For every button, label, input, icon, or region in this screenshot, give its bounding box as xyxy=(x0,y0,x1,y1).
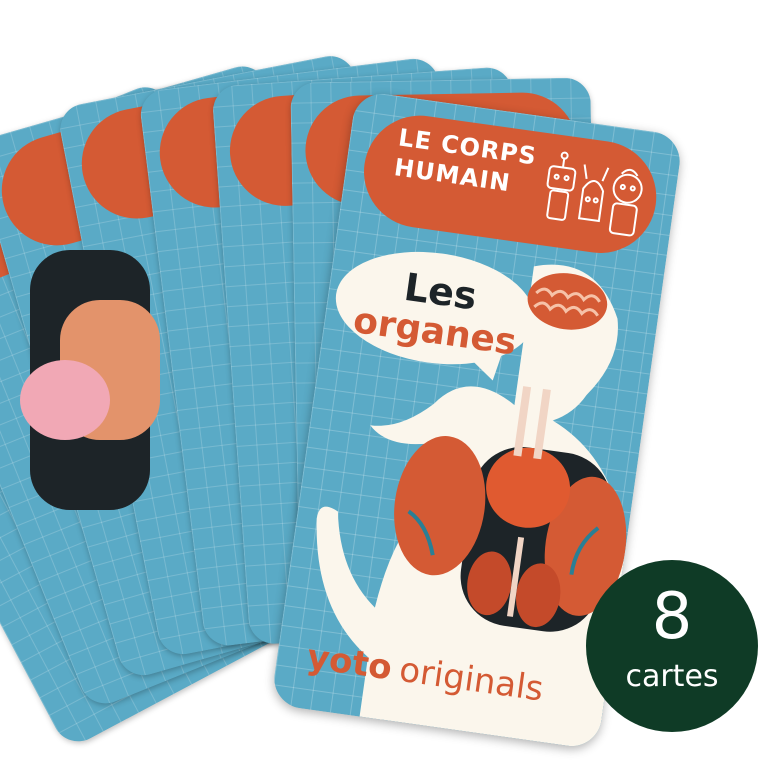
card-count-badge: 8 cartes xyxy=(586,560,758,732)
card-count-number: 8 xyxy=(651,580,693,654)
card-count-unit: cartes xyxy=(625,659,719,694)
back-card-illustration xyxy=(20,360,110,440)
product-photo: LE CORPS HUMAIN Les organes yotooriginal… xyxy=(0,0,768,768)
